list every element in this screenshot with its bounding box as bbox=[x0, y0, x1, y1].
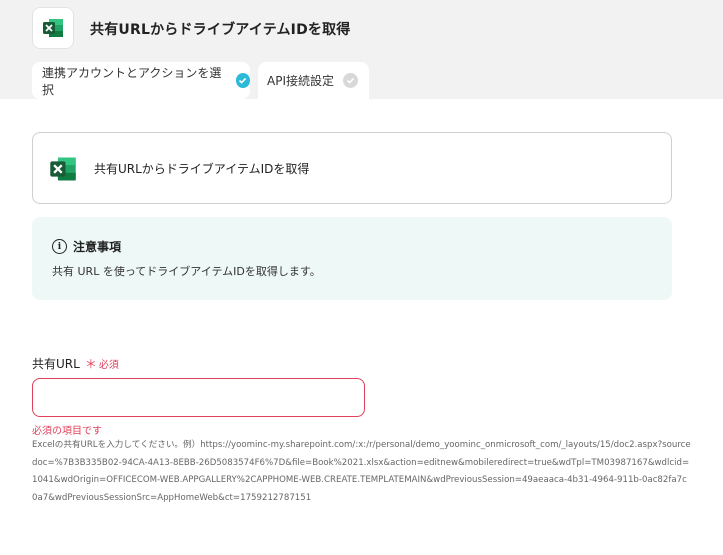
shared-url-input[interactable] bbox=[32, 378, 365, 417]
tab-account-action[interactable]: 連携アカウントとアクションを選択 bbox=[32, 62, 250, 99]
notice-box: i 注意事項 共有 URL を使ってドライブアイテムIDを取得します。 bbox=[32, 217, 672, 300]
url-error-message: 必須の項目です bbox=[32, 426, 102, 437]
app-icon-box bbox=[32, 7, 74, 49]
excel-icon bbox=[43, 19, 63, 37]
tab-label: 連携アカウントとアクションを選択 bbox=[42, 65, 222, 97]
info-icon: i bbox=[52, 239, 67, 254]
header-area: 共有URLからドライブアイテムIDを取得 連携アカウントとアクションを選択 AP… bbox=[0, 0, 723, 99]
action-card-label: 共有URLからドライブアイテムIDを取得 bbox=[94, 162, 310, 176]
notice-body: 共有 URL を使ってドライブアイテムIDを取得します。 bbox=[52, 265, 321, 278]
check-circle-icon bbox=[235, 73, 250, 88]
tab-label: API接続設定 bbox=[267, 74, 334, 88]
notice-heading: i 注意事項 bbox=[52, 238, 121, 255]
tab-api-settings[interactable]: API接続設定 bbox=[258, 62, 369, 99]
required-mark: ＊ bbox=[84, 357, 97, 371]
required-text: 必須 bbox=[98, 360, 119, 371]
check-circle-icon bbox=[343, 73, 358, 88]
action-card: 共有URLからドライブアイテムIDを取得 bbox=[32, 132, 672, 204]
url-label-text: 共有URL bbox=[32, 357, 80, 371]
page-title: 共有URLからドライブアイテムIDを取得 bbox=[90, 22, 351, 38]
notice-heading-text: 注意事項 bbox=[73, 240, 122, 254]
url-help-text: Excelの共有URLを入力してください。例）https://yoominc-m… bbox=[32, 440, 691, 503]
url-field-label: 共有URL ＊ 必須 bbox=[32, 355, 119, 372]
excel-icon bbox=[50, 157, 76, 181]
